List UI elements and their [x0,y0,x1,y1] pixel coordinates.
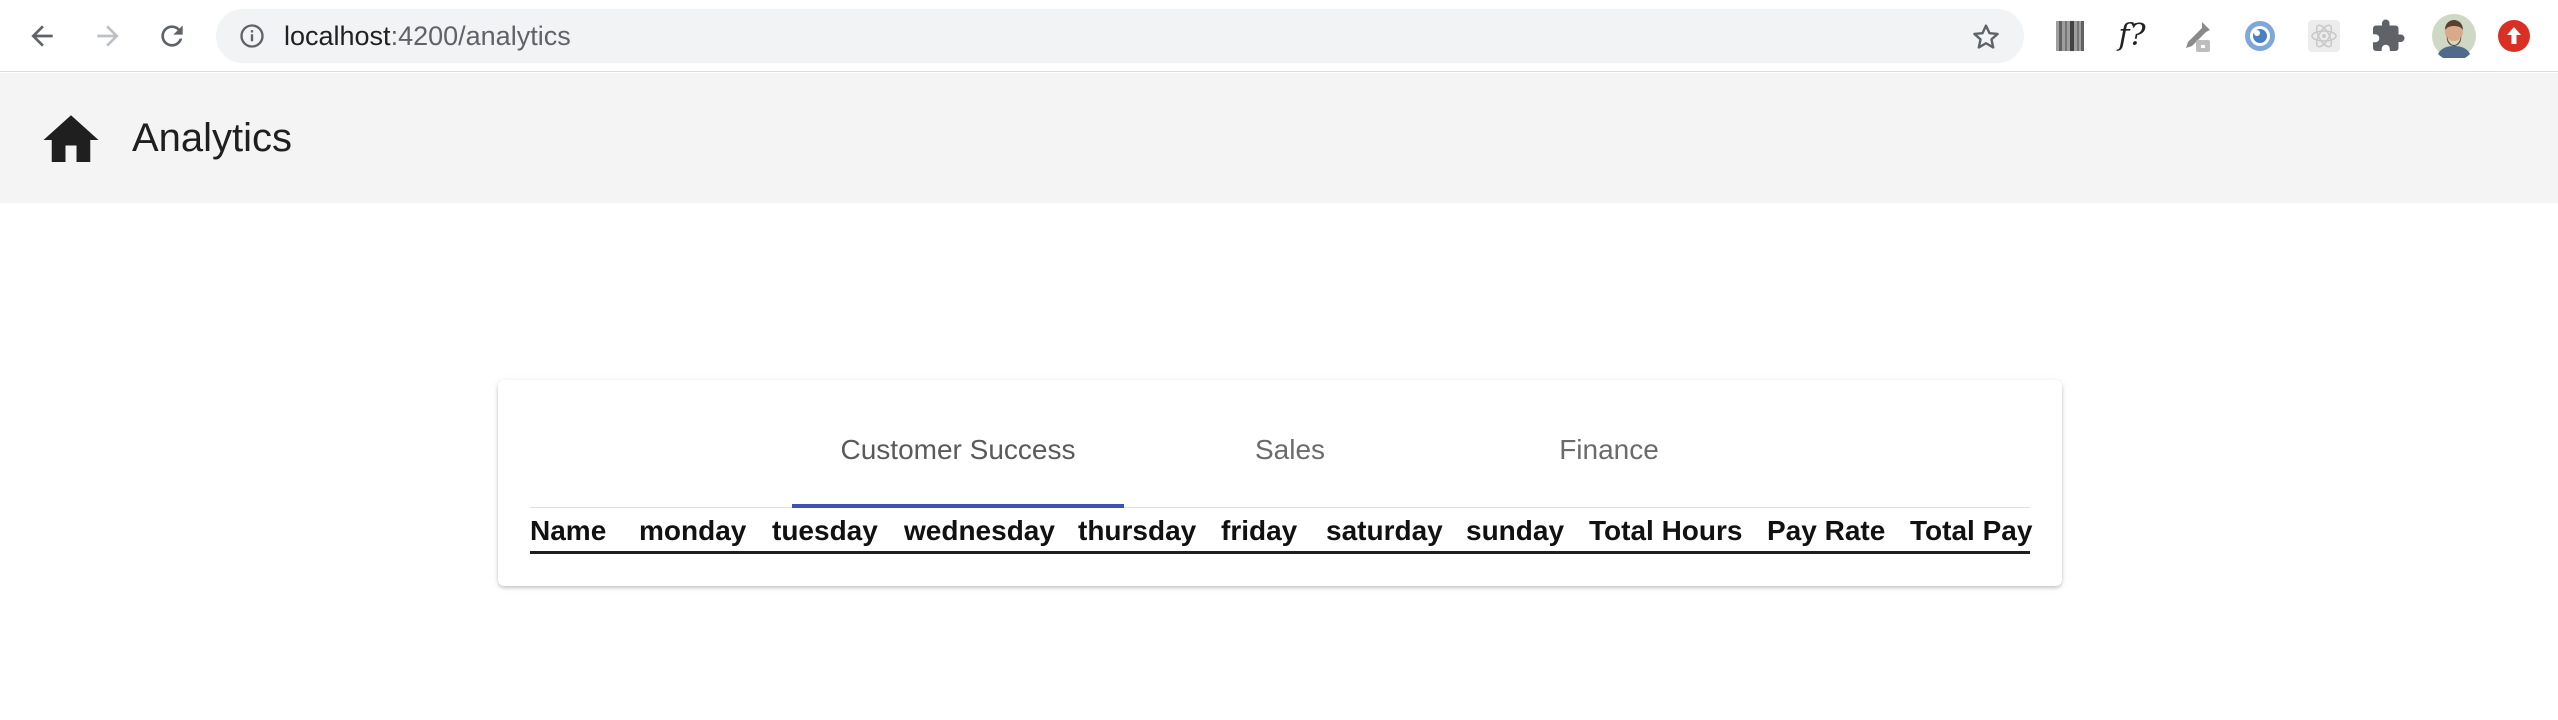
reload-button[interactable] [152,16,192,56]
home-icon[interactable] [38,107,104,173]
column-header-tuesday[interactable]: tuesday [772,508,878,554]
url-path: :4200/analytics [390,21,571,51]
extension-barcode-icon[interactable] [2052,18,2088,54]
extension-fx-icon[interactable]: f? [2114,18,2150,54]
column-header-saturday[interactable]: saturday [1326,508,1443,554]
column-header-pay-rate[interactable]: Pay Rate [1767,508,1885,554]
reload-icon [161,25,183,47]
forward-button[interactable] [88,16,128,56]
address-bar[interactable]: localhost:4200/analytics [216,9,2024,63]
column-header-total-pay[interactable]: Total Pay [1910,508,2032,554]
column-header-wednesday[interactable]: wednesday [904,508,1055,554]
extension-react-icon[interactable] [2306,18,2342,54]
extension-circle-icon[interactable] [2242,18,2278,54]
column-header-name[interactable]: Name [530,508,606,554]
browser-toolbar: localhost:4200/analytics f? [0,0,2558,72]
back-button[interactable] [22,16,62,56]
tab-customer-success[interactable]: Customer Success [792,412,1124,488]
update-icon[interactable] [2496,18,2532,54]
analytics-card: Customer Success Sales Finance Name mond… [498,380,2062,586]
url-host: localhost [284,21,391,51]
column-header-total-hours[interactable]: Total Hours [1589,508,1742,554]
extension-eyedropper-icon[interactable] [2178,18,2214,54]
info-icon[interactable] [238,22,266,50]
avatar[interactable] [2432,14,2476,58]
back-arrow-icon [31,25,53,47]
column-header-monday[interactable]: monday [639,508,746,554]
star-icon[interactable] [1970,21,2002,53]
table-header-row: Name monday tuesday wednesday thursday f… [530,508,2032,554]
app-toolbar: Analytics [0,73,2558,203]
puzzle-icon[interactable] [2370,18,2406,54]
forward-arrow-icon [97,25,119,47]
column-header-thursday[interactable]: thursday [1078,508,1196,554]
tab-finance[interactable]: Finance [1456,412,1762,488]
tab-sales[interactable]: Sales [1124,412,1456,488]
column-header-sunday[interactable]: sunday [1466,508,1564,554]
page-title: Analytics [132,116,293,160]
url-text[interactable]: localhost:4200/analytics [284,9,571,63]
column-header-friday[interactable]: friday [1221,508,1297,554]
